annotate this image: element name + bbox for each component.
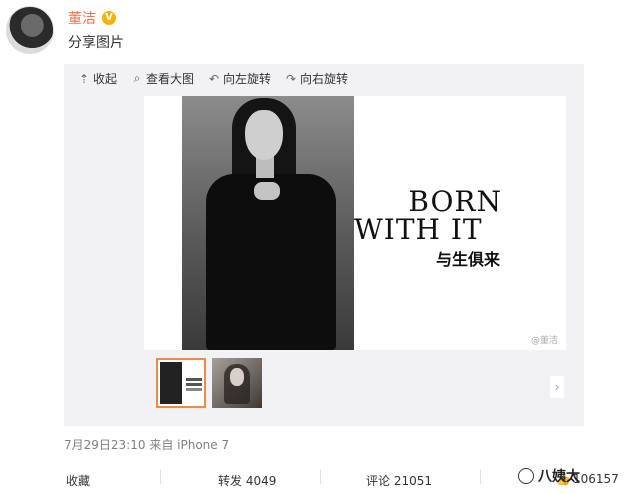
corner-watermark: 八姨太 bbox=[518, 466, 580, 486]
author-name[interactable]: 董洁 bbox=[68, 8, 96, 28]
rotate-right-label: 向右旋转 bbox=[300, 72, 349, 86]
magnifier-icon: ⌕ bbox=[133, 71, 141, 85]
favorite-button[interactable]: 收藏 bbox=[66, 472, 90, 489]
media-viewer-panel: ⇡ 收起 ⌕ 查看大图 ↶ 向左旋转 ↷ 向右旋转 BORN WITH IT 与… bbox=[64, 64, 584, 426]
cover-title-withit: WITH IT bbox=[354, 213, 483, 246]
cover-text: BORN WITH IT 与生俱来 bbox=[354, 185, 524, 270]
divider bbox=[160, 470, 161, 484]
main-image[interactable]: BORN WITH IT 与生俱来 @董洁 bbox=[144, 96, 566, 350]
collapse-button[interactable]: ⇡ 收起 bbox=[78, 70, 117, 87]
repost-button[interactable]: 转发 4049 bbox=[218, 472, 276, 489]
cover-title-born: BORN bbox=[408, 185, 502, 218]
image-watermark: @董洁 bbox=[530, 336, 558, 346]
verified-badge-icon: V bbox=[102, 11, 116, 25]
view-large-button[interactable]: ⌕ 查看大图 bbox=[131, 70, 194, 87]
thumbnail-strip bbox=[156, 358, 262, 408]
rotate-left-label: 向左旋转 bbox=[223, 72, 272, 86]
divider bbox=[480, 470, 481, 484]
timestamp[interactable]: 7月29日23:10 bbox=[64, 438, 146, 452]
thumbnail-2[interactable] bbox=[212, 358, 262, 408]
up-arrow-icon: ⇡ bbox=[78, 71, 90, 86]
author-line: 董洁 V bbox=[68, 8, 116, 28]
cover-chinese-title: 与生俱来 bbox=[436, 250, 501, 269]
rotate-right-icon: ↷ bbox=[286, 71, 297, 86]
divider bbox=[320, 470, 321, 484]
portrait-photo bbox=[182, 96, 354, 350]
post-meta: 7月29日23:10 来自 iPhone 7 bbox=[64, 436, 229, 453]
comment-button[interactable]: 评论 21051 bbox=[366, 472, 432, 489]
image-toolbar: ⇡ 收起 ⌕ 查看大图 ↶ 向左旋转 ↷ 向右旋转 bbox=[78, 70, 348, 87]
rotate-left-icon: ↶ bbox=[209, 71, 220, 86]
chevron-right-icon[interactable]: › bbox=[550, 376, 564, 398]
rotate-right-button[interactable]: ↷ 向右旋转 bbox=[285, 70, 348, 87]
source: 来自 iPhone 7 bbox=[149, 438, 230, 452]
wechat-logo-icon bbox=[518, 468, 534, 484]
weibo-post: 董洁 V 分享图片 ⇡ 收起 ⌕ 查看大图 ↶ 向左旋转 ↷ 向右旋转 BORN… bbox=[0, 0, 640, 494]
corner-watermark-text: 八姨太 bbox=[538, 469, 580, 485]
avatar[interactable] bbox=[6, 6, 54, 54]
view-large-label: 查看大图 bbox=[146, 72, 195, 86]
rotate-left-button[interactable]: ↶ 向左旋转 bbox=[208, 70, 271, 87]
collapse-label: 收起 bbox=[93, 72, 118, 86]
thumbnail-1[interactable] bbox=[156, 358, 206, 408]
post-text: 分享图片 bbox=[68, 35, 124, 51]
